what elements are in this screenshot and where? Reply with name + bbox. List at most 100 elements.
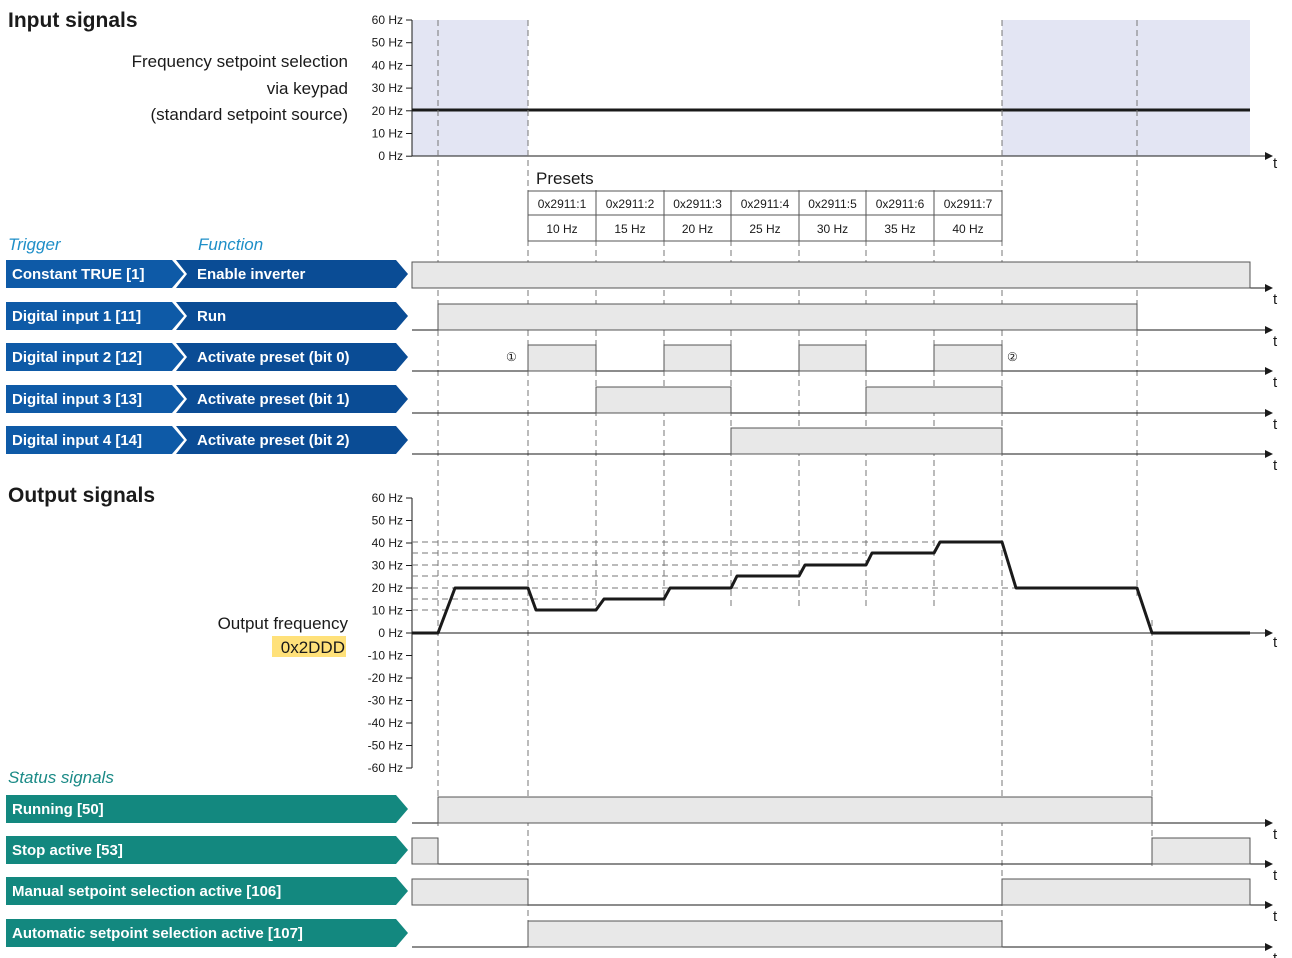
trigger-row: Digital input 3 [13] Activate preset (bit… (6, 385, 1278, 433)
function-label: Activate preset (bit 2) (197, 432, 350, 449)
status-rows: Running [50]tStop active [53]tManual set… (6, 795, 1278, 958)
signal-pulse (798, 344, 867, 372)
time-label: t (1273, 333, 1278, 350)
signal-pulse (527, 920, 1003, 948)
preset-value: 25 Hz (749, 222, 780, 236)
trigger-label: Digital input 2 [12] (12, 349, 142, 366)
signal-pulse (437, 796, 1153, 824)
trigger-rows: Constant TRUE [1] Enable invertertDigital… (6, 260, 1278, 474)
preset-value: 10 Hz (546, 222, 577, 236)
output-tick-label: 50 Hz (372, 514, 403, 528)
preset-value: 15 Hz (614, 222, 645, 236)
time-label: t (1273, 867, 1278, 884)
function-label: Activate preset (bit 0) (197, 349, 350, 366)
manual-band-left (412, 20, 528, 156)
function-label: Run (197, 308, 226, 325)
status-label: Stop active [53] (12, 842, 123, 859)
status-row: Automatic setpoint selection active [107… (6, 919, 1278, 958)
time-label-output: t (1273, 634, 1278, 651)
signal-pulse (411, 878, 529, 906)
input-tick-label: 0 Hz (378, 149, 403, 163)
signal-pulse (595, 386, 732, 414)
input-tick-label: 10 Hz (372, 127, 403, 141)
trigger-label: Digital input 3 [13] (12, 391, 142, 408)
output-tick-label: -20 Hz (368, 671, 403, 685)
status-row: Running [50] t (6, 795, 1278, 843)
signal-pulse (933, 344, 1003, 372)
output-tick-label: -60 Hz (368, 761, 403, 775)
setpoint-label-line-2: via keypad (267, 79, 348, 98)
status-label: Manual setpoint selection active [106] (12, 883, 281, 900)
output-tick-label: -40 Hz (368, 716, 403, 730)
input-tick-label: 20 Hz (372, 104, 403, 118)
time-label: t (1273, 155, 1278, 172)
output-tick-label: 40 Hz (372, 536, 403, 550)
time-label: t (1273, 291, 1278, 308)
setpoint-label: Frequency setpoint selection via keypad … (132, 52, 348, 124)
presets-title: Presets (536, 169, 594, 188)
preset-value: 20 Hz (682, 222, 713, 236)
preset-table: 0x2911:1 10 Hz 0x2911:2 15 Hz 0x2911:3 20 Hz 0… (527, 190, 1003, 242)
preset-param: 0x2911:6 (876, 197, 925, 211)
preset-param: 0x2911:7 (944, 197, 993, 211)
output-tick-label: 0 Hz (378, 626, 403, 640)
setpoint-label-line-3: (standard setpoint source) (151, 105, 349, 124)
output-tick-label: 20 Hz (372, 581, 403, 595)
trigger-label: Digital input 1 [11] (12, 308, 141, 325)
preset-param: 0x2911:3 (673, 197, 722, 211)
status-header: Status signals (8, 768, 114, 787)
marker-1: ① (506, 350, 517, 364)
preset-param: 0x2911:4 (741, 197, 790, 211)
trigger-label: Constant TRUE [1] (12, 266, 145, 283)
time-label: t (1273, 416, 1278, 433)
marker-2: ② (1007, 350, 1018, 364)
signal-pulse (411, 837, 439, 865)
manual-band-right (1002, 20, 1250, 156)
status-label: Automatic setpoint selection active [107… (12, 925, 303, 942)
preset-param: 0x2911:5 (808, 197, 857, 211)
signal-pulse (663, 344, 732, 372)
signal-pulse (411, 261, 1251, 289)
output-tick-label: -50 Hz (368, 739, 403, 753)
output-tick-label: 30 Hz (372, 559, 403, 573)
signal-pulse (865, 386, 1003, 414)
signal-pulse (730, 427, 1003, 455)
time-label: t (1273, 457, 1278, 474)
input-tick-label: 60 Hz (372, 13, 403, 27)
output-frequency-param: 0x2DDD (281, 638, 345, 657)
function-label: Activate preset (bit 1) (197, 391, 350, 408)
setpoint-label-line-1: Frequency setpoint selection (132, 52, 348, 71)
signal-pulse (1151, 837, 1251, 865)
output-tick-label: -10 Hz (368, 649, 403, 663)
preset-param: 0x2911:1 (538, 197, 587, 211)
preset-param: 0x2911:2 (606, 197, 655, 211)
status-row: Manual setpoint selection active [106] t (6, 877, 1278, 925)
trigger-row: Digital input 1 [11] Run t (6, 302, 1278, 350)
output-tick-label: 60 Hz (372, 491, 403, 505)
signal-pulse (437, 303, 1138, 331)
trigger-label: Digital input 4 [14] (12, 432, 142, 449)
timing-diagram: Input signals Frequency setpoint selecti… (6, 9, 1278, 958)
time-label: t (1273, 908, 1278, 925)
time-label: t (1273, 950, 1278, 958)
signal-pulse (527, 344, 597, 372)
trigger-header: Trigger (8, 235, 62, 254)
trigger-row: Constant TRUE [1] Enable inverter t (6, 260, 1278, 308)
preset-value: 40 Hz (952, 222, 983, 236)
output-tick-label: 10 Hz (372, 604, 403, 618)
input-tick-label: 50 Hz (372, 36, 403, 50)
signal-pulse (1001, 878, 1251, 906)
trigger-row: Digital input 2 [12] Activate preset (bit… (6, 343, 1278, 391)
function-label: Enable inverter (197, 266, 306, 283)
output-freq-axis: 60 Hz 50 Hz 40 Hz 30 Hz 20 Hz 10 Hz 0 Hz -10 Hz… (368, 491, 1278, 775)
function-header: Function (198, 235, 263, 254)
input-tick-label: 30 Hz (372, 81, 403, 95)
time-label: t (1273, 374, 1278, 391)
status-label: Running [50] (12, 801, 104, 818)
status-row: Stop active [53] t (6, 836, 1278, 884)
time-label: t (1273, 826, 1278, 843)
output-tick-label: -30 Hz (368, 694, 403, 708)
preset-value: 35 Hz (884, 222, 915, 236)
output-signals-title: Output signals (8, 484, 155, 507)
output-frequency-label: Output frequency (218, 614, 349, 633)
